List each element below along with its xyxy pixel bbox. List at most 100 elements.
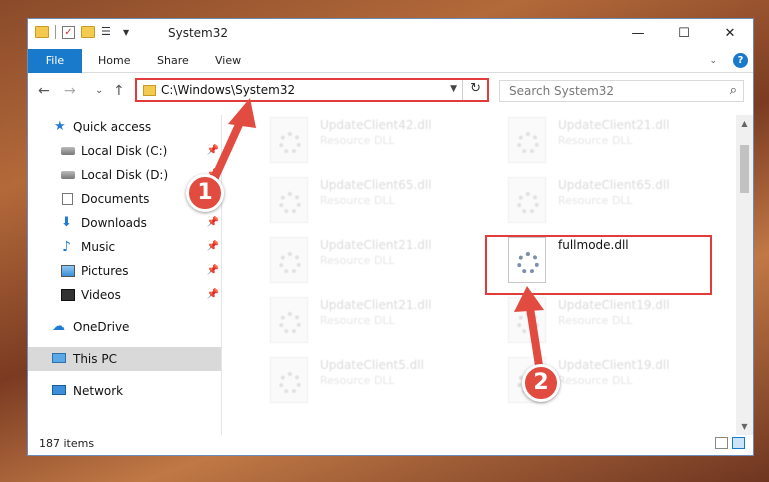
document-icon [62,193,73,205]
cloud-icon: ☁ [52,319,65,334]
file-name: UpdateClient21.dll [320,238,432,252]
pin-icon: 📌 [206,265,219,276]
file-description: Resource DLL [320,254,395,267]
sidebar-item-downloads[interactable]: ⬇ Downloads 📌 [28,211,221,235]
file-item[interactable]: UpdateClient21.dll Resource DLL [246,295,476,353]
file-description: Resource DLL [320,194,395,207]
back-button[interactable]: ← [38,83,50,99]
sidebar-item-label: Pictures [81,264,129,278]
maximize-button[interactable]: ☐ [661,19,707,49]
sidebar-item-onedrive[interactable]: ☁ OneDrive [28,315,221,339]
search-icon[interactable]: ⌕ [730,83,737,98]
address-path[interactable]: C:\Windows\System32 [161,83,295,97]
minimize-button[interactable]: — [615,19,661,49]
close-button[interactable]: ✕ [707,19,753,49]
computer-icon [52,353,66,363]
pin-icon: 📌 [206,217,219,228]
star-icon: ★ [54,119,66,134]
recent-locations-chevron-icon[interactable]: ⌄ [95,85,103,96]
scrollbar-thumb[interactable] [740,145,749,193]
dll-file-icon [270,297,308,343]
dll-file-icon [270,237,308,283]
address-divider [462,80,463,100]
folder-icon [143,85,156,96]
navigation-bar: ← → ⌄ ↑ C:\Windows\System32 ▼ ↻ Search S… [28,75,753,107]
sidebar-item-pictures[interactable]: Pictures 📌 [28,259,221,283]
file-name: UpdateClient19.dll [558,298,670,312]
sidebar-item-label: Local Disk (C:) [81,144,168,158]
sidebar-item-label: Local Disk (D:) [81,168,169,182]
file-item[interactable]: UpdateClient19.dll Resource DLL [484,295,714,353]
sidebar-item-this-pc[interactable]: This PC [28,347,221,371]
file-item[interactable]: UpdateClient65.dll Resource DLL [246,175,476,233]
tab-view[interactable]: View [215,49,241,73]
file-description: Resource DLL [320,134,395,147]
gear-icon [517,132,539,154]
dll-file-icon [270,117,308,163]
gear-icon [517,312,539,334]
file-description: Resource DLL [558,314,633,327]
pin-icon: 📌 [206,289,219,300]
file-item[interactable]: UpdateClient5.dll Resource DLL [246,355,476,413]
disk-icon [61,147,75,155]
sidebar-item-label: Quick access [73,120,152,134]
ribbon-tabs: File Home Share View ⌄ ? [28,49,753,73]
file-name: UpdateClient21.dll [320,298,432,312]
sidebar-item-music[interactable]: ♪ Music 📌 [28,235,221,259]
file-explorer-window: ✓ ☰ ▼ System32 — ☐ ✕ File Home Share Vie… [27,18,754,456]
quick-access-toolbar: ✓ ☰ ▼ [35,25,129,39]
status-bar: 187 items [28,433,753,455]
file-item[interactable]: UpdateClient42.dll Resource DLL [246,115,476,173]
properties-check-icon[interactable]: ✓ [62,25,75,39]
tab-share[interactable]: Share [157,49,189,73]
sidebar-item-label: This PC [73,352,117,366]
search-input[interactable]: Search System32 [509,84,614,98]
file-name: UpdateClient65.dll [558,178,670,192]
address-dropdown-chevron-icon[interactable]: ▼ [450,84,457,94]
sidebar-item-label: Documents [81,192,150,206]
properties-icon[interactable]: ☰ [101,26,117,38]
vertical-scrollbar[interactable]: ▲ ▼ [736,115,753,435]
file-item[interactable]: UpdateClient21.dll Resource DLL [484,115,714,173]
tab-file[interactable]: File [28,49,82,73]
dll-file-icon [270,177,308,223]
forward-button[interactable]: → [64,83,76,99]
fullmode-highlight-box [485,235,712,295]
new-folder-icon[interactable] [81,26,95,38]
large-icons-view-icon[interactable] [732,437,745,449]
window-controls: — ☐ ✕ [615,19,753,49]
gear-icon [279,132,301,154]
sidebar-item-videos[interactable]: Videos 📌 [28,283,221,307]
gear-icon [279,372,301,394]
refresh-icon[interactable]: ↻ [470,81,481,96]
tab-home[interactable]: Home [98,49,130,73]
details-view-icon[interactable] [715,437,728,449]
help-icon[interactable]: ? [733,53,748,68]
navigation-pane: ★ Quick access Local Disk (C:) 📌 Local D… [28,115,221,435]
step-2-badge: 2 [522,364,560,402]
sidebar-item-label: Downloads [81,216,147,230]
gear-icon [279,252,301,274]
toolbar-divider [55,25,56,39]
file-name: UpdateClient21.dll [558,118,670,132]
file-description: Resource DLL [558,194,633,207]
sidebar-item-quick-access[interactable]: ★ Quick access [28,115,221,139]
scroll-up-icon[interactable]: ▲ [736,115,753,132]
sidebar-item-network[interactable]: Network [28,379,221,403]
customize-toolbar-chevron-icon[interactable]: ▼ [123,28,129,37]
sidebar-item-local-disk-c[interactable]: Local Disk (C:) 📌 [28,139,221,163]
sidebar-item-label: Music [81,240,116,254]
view-switcher [715,437,745,449]
pin-icon: 📌 [206,145,219,156]
pin-icon: 📌 [206,241,219,252]
expand-ribbon-icon[interactable]: ⌄ [709,56,717,66]
file-item[interactable]: UpdateClient19.dll Resource DLL [484,355,714,413]
file-item[interactable]: UpdateClient21.dll Resource DLL [246,235,476,293]
address-bar[interactable]: C:\Windows\System32 ▼ ↻ [135,78,489,102]
up-button[interactable]: ↑ [113,83,125,99]
file-item[interactable]: UpdateClient65.dll Resource DLL [484,175,714,233]
search-box[interactable]: Search System32 ⌕ [499,80,744,102]
window-title: System32 [168,26,229,40]
sidebar-item-label: Network [73,384,124,398]
file-description: Resource DLL [320,314,395,327]
